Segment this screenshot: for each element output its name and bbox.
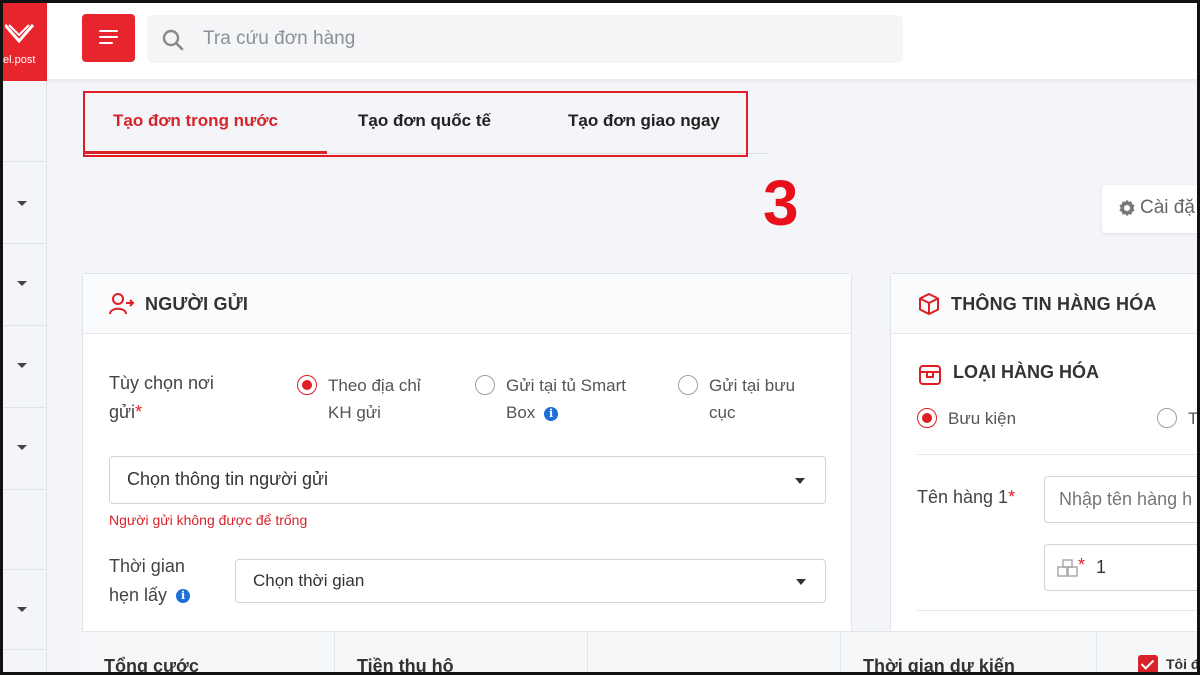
- quantity-input[interactable]: * 1: [1044, 544, 1197, 591]
- sidebar-divider: [3, 649, 47, 650]
- goods-card-header: THÔNG TIN HÀNG HÓA: [891, 274, 1197, 334]
- terms-checkbox[interactable]: [1138, 655, 1158, 672]
- search-icon: [162, 29, 184, 51]
- menu-icon-line: [99, 42, 113, 44]
- expected-time-label: Thời gian dự kiến: [863, 656, 1015, 675]
- goods-card: THÔNG TIN HÀNG HÓA LOẠI HÀNG HÓA Bưu kiệ…: [890, 273, 1199, 672]
- dropdown-arrow-icon: [796, 579, 806, 585]
- info-icon[interactable]: i: [176, 589, 191, 604]
- option-line1: Gửi tại tủ Smart: [506, 376, 627, 395]
- sidebar-divider: [3, 161, 47, 162]
- radio-document[interactable]: [1157, 408, 1177, 428]
- sender-card: NGƯỜI GỬI Tùy chọn nơi gửi* Theo địa chỉ…: [82, 273, 852, 672]
- dropdown-arrow-icon: [795, 478, 805, 484]
- sidebar-divider: [3, 243, 47, 244]
- sidebar-divider: [3, 489, 47, 490]
- radio-smart-box[interactable]: [475, 375, 495, 395]
- sender-card-header: NGƯỜI GỬI: [83, 274, 851, 334]
- radio-customer-address[interactable]: [297, 375, 317, 395]
- chevron-down-icon[interactable]: [17, 363, 27, 368]
- user-send-icon: [109, 293, 135, 315]
- logo-text: el.post: [3, 54, 36, 66]
- step-annotation: 3: [763, 167, 799, 239]
- radio-parcel[interactable]: [917, 408, 937, 428]
- divider: [917, 454, 1197, 455]
- option-line2: cục: [709, 403, 736, 422]
- gear-icon: [1119, 199, 1135, 217]
- cod-label: Tiền thu hộ: [357, 656, 454, 675]
- order-search-input[interactable]: [203, 15, 883, 63]
- summary-expected-time: Thời gian dự kiến: [841, 632, 1097, 675]
- sender-select[interactable]: Chọn thông tin người gửi: [109, 456, 826, 504]
- sender-card-title: NGƯỜI GỬI: [145, 294, 249, 314]
- send-option-label-line2: gửi: [109, 402, 136, 422]
- chevron-down-icon[interactable]: [17, 201, 27, 206]
- chevron-down-icon[interactable]: [17, 445, 27, 450]
- send-option-label: Tùy chọn nơi gửi*: [109, 369, 214, 427]
- radio-post-office[interactable]: [678, 375, 698, 395]
- option-line2: KH gửi: [328, 403, 381, 422]
- package-type-icon: [919, 365, 941, 385]
- pickup-time-label: Thời gian hẹn lấy i: [109, 552, 191, 610]
- sidebar-divider: [3, 569, 47, 570]
- search-box: [147, 15, 903, 63]
- box-icon: [919, 292, 939, 316]
- radio-smart-box-label: Gửi tại tủ Smart Box i: [506, 372, 626, 426]
- sender-select-value: Chọn thông tin người gửi: [127, 469, 329, 489]
- top-bar: [47, 3, 1197, 79]
- sender-error-message: Người gửi không được để trống: [109, 512, 308, 528]
- send-option-label-line1: Tùy chọn nơi: [109, 373, 214, 393]
- required-mark: *: [1078, 555, 1086, 575]
- radio-post-office-label: Gửi tại bưu cục: [709, 372, 795, 426]
- item-name-label: Tên hàng 1*: [917, 483, 1015, 512]
- brand-logo[interactable]: el.post: [3, 3, 47, 81]
- tab-express[interactable]: Tạo đơn giao ngay: [568, 111, 720, 131]
- menu-icon-line: [99, 36, 118, 38]
- pickup-time-label-line1: Thời gian: [109, 556, 185, 576]
- settings-label: Cài đặ: [1140, 197, 1195, 218]
- settings-button[interactable]: Cài đặ: [1102, 185, 1197, 233]
- menu-toggle-button[interactable]: [82, 14, 135, 62]
- app-frame: el.post Tạo đơn trong nước: [0, 0, 1200, 675]
- tab-international[interactable]: Tạo đơn quốc tế: [358, 111, 491, 131]
- pickup-time-label-line2: hẹn lấy: [109, 585, 168, 605]
- boxes-icon: [1057, 559, 1078, 577]
- chevron-down-icon[interactable]: [17, 607, 27, 612]
- summary-total-fee: Tổng cước: [82, 632, 335, 675]
- tab-active-indicator: [85, 151, 327, 154]
- logo-mark-icon: [5, 24, 35, 44]
- pickup-time-value: Chọn thời gian: [253, 571, 365, 590]
- goods-type-title: LOẠI HÀNG HÓA: [953, 362, 1099, 382]
- sidebar-divider: [3, 407, 47, 408]
- option-line1: Gửi tại bưu: [709, 376, 796, 395]
- sidebar: el.post: [3, 3, 47, 672]
- summary-cod: Tiền thu hộ: [335, 632, 588, 675]
- chevron-down-icon[interactable]: [17, 281, 27, 286]
- required-mark: *: [1008, 487, 1016, 507]
- quantity-value: 1: [1096, 557, 1107, 577]
- goods-card-title: THÔNG TIN HÀNG HÓA: [951, 294, 1157, 314]
- menu-icon: [99, 30, 118, 32]
- terms-checkbox-label: Tôi đ: [1166, 656, 1200, 672]
- summary-bar: Tổng cước Tiền thu hộ Thời gian dự kiến …: [82, 631, 1200, 675]
- radio-customer-address-label: Theo địa chỉ KH gửi: [328, 372, 421, 426]
- item-name-label-text: Tên hàng 1: [917, 487, 1009, 507]
- sidebar-divider: [3, 325, 47, 326]
- summary-empty: [588, 632, 841, 672]
- required-mark: *: [135, 402, 143, 422]
- info-icon[interactable]: i: [544, 406, 559, 421]
- order-type-tabs: Tạo đơn trong nước Tạo đơn quốc tế Tạo đ…: [83, 91, 748, 157]
- divider: [917, 610, 1197, 611]
- radio-parcel-label: Bưu kiện: [948, 409, 1017, 428]
- pickup-time-select[interactable]: Chọn thời gian: [235, 559, 826, 603]
- option-line2: Box: [506, 403, 536, 422]
- total-fee-label: Tổng cước: [104, 656, 199, 675]
- option-line1: Theo địa chỉ: [328, 376, 421, 395]
- item-name-input[interactable]: [1044, 476, 1197, 523]
- tab-domestic[interactable]: Tạo đơn trong nước: [113, 111, 278, 131]
- radio-document-label: T: [1188, 409, 1199, 428]
